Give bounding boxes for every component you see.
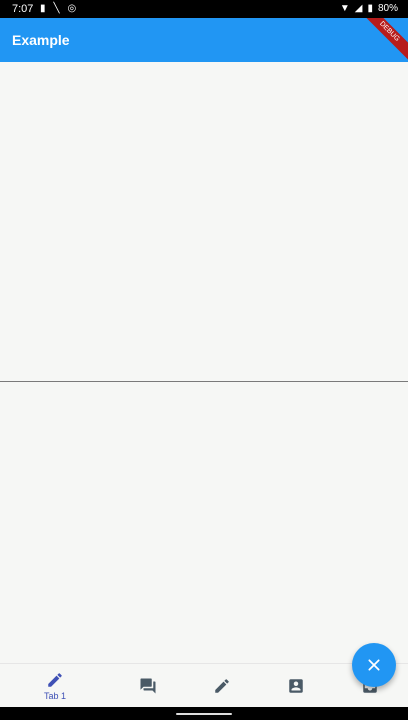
- battery-percent: 80%: [377, 3, 398, 14]
- wifi-icon: ▼: [339, 3, 350, 14]
- nav-tab-1-label: Tab 1: [43, 691, 67, 701]
- status-notification-icons: ▮ ╲ ◎: [40, 3, 76, 14]
- bottom-pane: [0, 382, 408, 663]
- close-icon: [368, 659, 380, 671]
- status-system-icons: ▼ ◢ ▮ 80%: [340, 3, 398, 14]
- top-pane: [0, 62, 408, 381]
- signal-icon: ◢: [354, 3, 363, 14]
- gesture-handle[interactable]: [176, 713, 232, 715]
- app-bar: Example DEBUG: [0, 18, 408, 62]
- page-title: Example: [12, 32, 70, 48]
- debug-banner: DEBUG: [352, 18, 408, 62]
- data-saver-icon: ◎: [67, 3, 77, 14]
- nav-tab-4[interactable]: [276, 664, 316, 708]
- status-bar: 7:07 ▮ ╲ ◎ ▼ ◢ ▮ 80%: [0, 0, 408, 18]
- nav-tab-2[interactable]: [128, 664, 168, 708]
- battery-icon: ▮: [367, 3, 373, 14]
- fab-close-button[interactable]: [352, 643, 396, 687]
- nav-tab-1[interactable]: Tab 1: [20, 664, 90, 708]
- nav-tab-3[interactable]: [202, 664, 242, 708]
- sim-icon: ▮: [40, 3, 46, 14]
- pencil-icon: [215, 679, 229, 693]
- pencil-icon: [48, 673, 62, 687]
- no-signal-icon: ╲: [53, 3, 60, 14]
- contact-icon: [289, 679, 303, 693]
- chat-icon: [140, 678, 156, 694]
- bottom-navigation: Tab 1: [0, 663, 408, 708]
- status-time: 7:07: [12, 3, 34, 15]
